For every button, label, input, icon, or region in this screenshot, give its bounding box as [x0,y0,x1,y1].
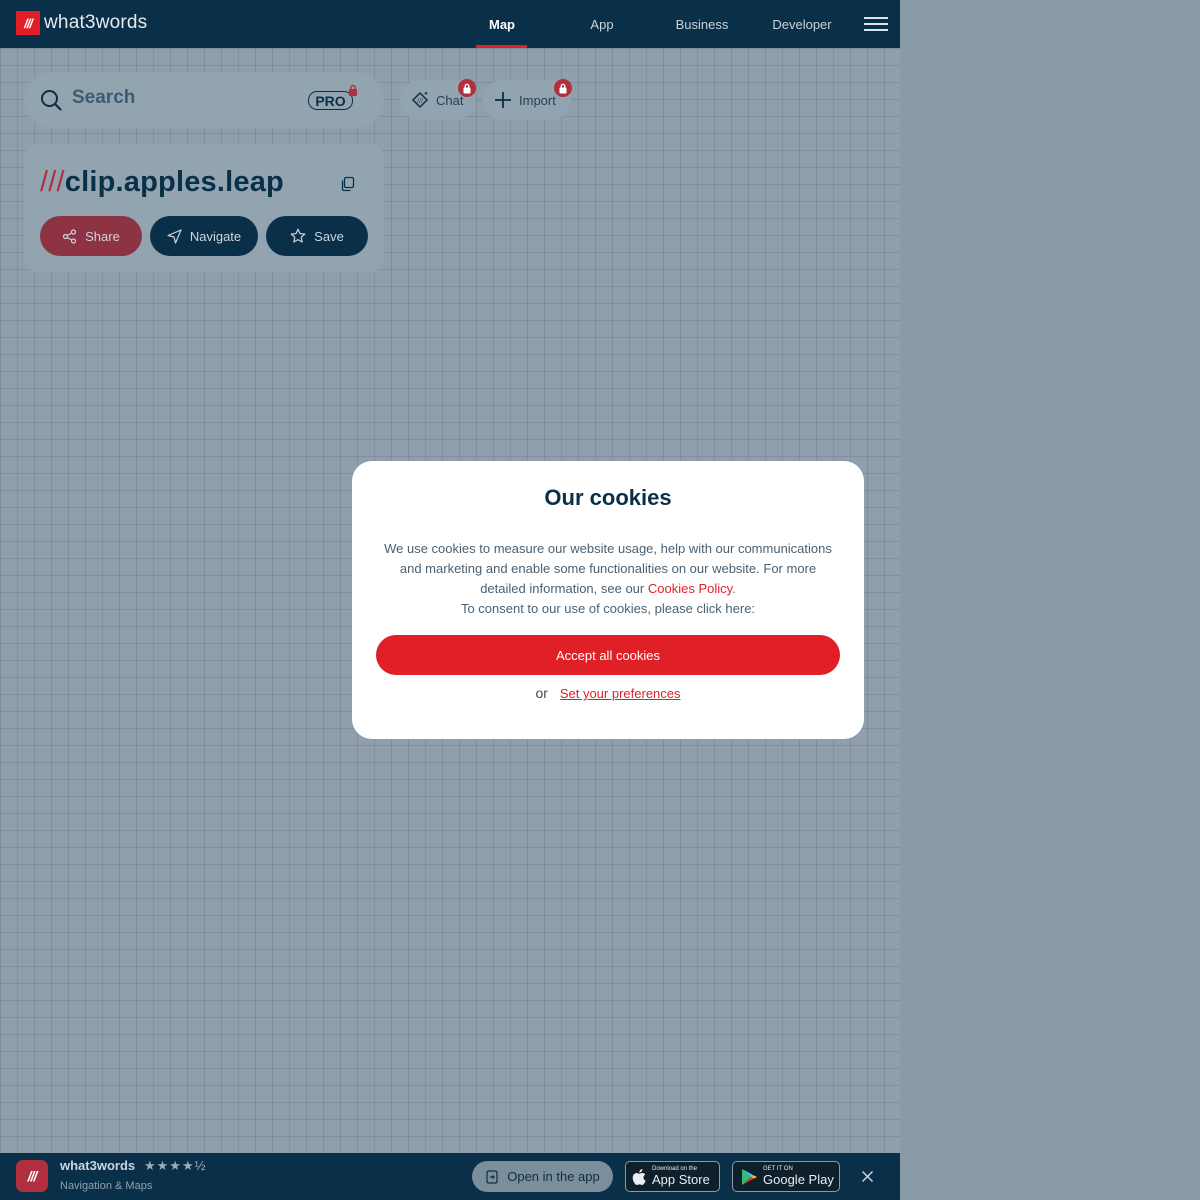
import-label: Import [519,92,556,108]
plus-icon [495,92,511,108]
open-in-app-label: Open in the app [507,1169,600,1184]
chat-label: Chat [436,92,464,108]
search-icon [41,90,62,111]
banner-app-name: what3words [60,1158,136,1173]
open-app-icon [486,1169,498,1184]
nav-item-app[interactable]: App [552,0,652,48]
pro-badge: PRO [308,91,353,110]
hamburger-menu-icon[interactable] [864,17,888,31]
share-icon [63,228,77,244]
top-navigation-bar: /// what3words Map App Business Develope… [0,0,900,48]
google-play-badge[interactable]: GET IT ON Google Play [732,1161,840,1192]
ai-chat-icon: /// [411,91,429,109]
nav-item-map[interactable]: Map [452,0,552,48]
logo-text: what3words [44,12,148,33]
empty-right-pane [900,0,1200,1200]
navigate-arrow-icon [167,228,182,244]
address-slashes: /// [40,166,65,198]
navigate-label: Navigate [189,228,242,244]
copy-icon[interactable] [340,176,356,192]
or-text: or [535,685,548,701]
banner-subtitle: Navigation & Maps [60,1180,153,1192]
search-placeholder[interactable]: Search [72,87,135,109]
nav-item-business[interactable]: Business [652,0,752,48]
accept-all-cookies-button[interactable]: Accept all cookies [376,635,840,675]
save-button[interactable]: Save [266,216,368,256]
logo[interactable]: /// what3words [16,11,147,35]
lock-icon [349,84,357,96]
logo-mark: /// [16,11,40,35]
share-label: Share [85,228,120,244]
navigate-button[interactable]: Navigate [150,216,258,256]
cookie-dialog-body: We use cookies to measure our website us… [380,539,836,619]
rating-stars: ★★★★½ [144,1158,207,1173]
set-preferences-link[interactable]: Set your preferences [560,686,681,701]
open-in-app-button[interactable]: Open in the app [472,1161,613,1192]
nav-item-developer[interactable]: Developer [752,0,852,48]
cookie-dialog-title: Our cookies [544,485,672,510]
address-words: clip.apples.leap [64,166,284,198]
cookie-consent-text: To consent to our use of cookies, please… [460,601,756,616]
cookie-body-text: We use cookies to measure our website us… [384,541,832,596]
main-nav: Map App Business Developer [452,0,852,48]
google-play-big-text: Google Play [763,1172,834,1187]
star-icon [290,228,306,243]
chat-lock-icon [458,79,476,97]
share-button[interactable]: Share [40,216,142,256]
apple-icon [632,1168,646,1185]
svg-text:///: /// [417,98,424,105]
app-icon: /// [16,1160,48,1192]
google-play-icon [742,1168,757,1185]
app-store-big-text: App Store [652,1172,710,1187]
import-lock-icon [554,79,572,97]
cookie-consent-dialog: Our cookies We use cookies to measure ou… [352,461,864,739]
close-icon[interactable] [861,1170,874,1183]
save-label: Save [314,228,344,244]
cookie-alternative: or Set your preferences [352,685,864,701]
three-word-address[interactable]: ///clip.apples.leap [40,166,284,199]
cookies-policy-link[interactable]: Cookies Policy [648,581,732,596]
app-store-badge[interactable]: Download on the App Store [625,1161,720,1192]
